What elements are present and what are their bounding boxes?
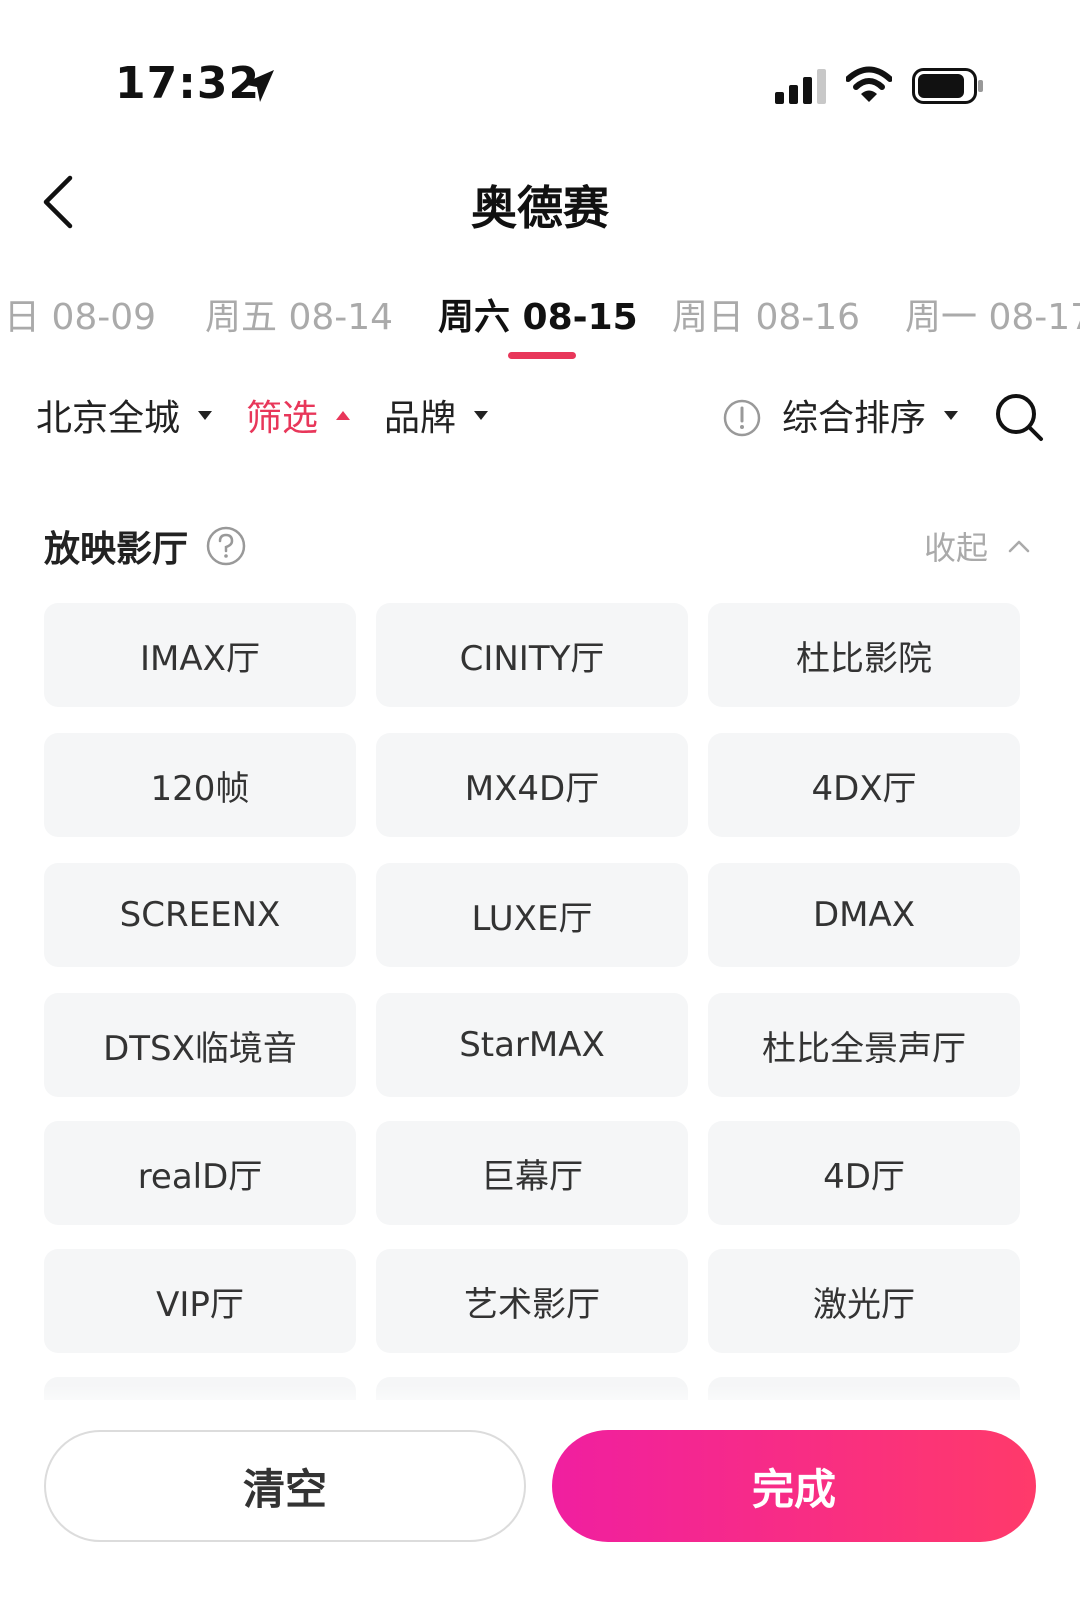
screen-filter[interactable]: 筛选 xyxy=(246,390,351,440)
sort-filter-label: 综合排序 xyxy=(782,398,927,439)
screen-filter-label: 筛选 xyxy=(246,398,319,439)
hall-option-giant-screen[interactable]: 巨幕厅 xyxy=(376,1121,688,1225)
info-icon[interactable] xyxy=(722,398,762,438)
hall-option-dolby-atmos[interactable]: 杜比全景声厅 xyxy=(708,993,1020,1097)
date-tab-0815[interactable]: 周六 08-15 xyxy=(438,288,638,340)
date-tab-0809[interactable]: 日 08-09 xyxy=(4,288,156,340)
page-title: 奥德赛 xyxy=(471,181,609,235)
battery-icon xyxy=(912,68,983,104)
hall-option-4dx[interactable]: 4DX厅 xyxy=(708,733,1020,837)
caret-up-icon xyxy=(336,410,351,420)
hall-option-cinity[interactable]: CINITY厅 xyxy=(376,603,688,707)
status-bar: 17:32 xyxy=(0,0,1080,150)
sort-filter[interactable]: 综合排序 xyxy=(782,390,959,440)
clear-button[interactable]: 清空 xyxy=(44,1430,526,1542)
caret-down-icon xyxy=(198,410,213,420)
hall-option-reald[interactable]: realD厅 xyxy=(44,1121,356,1225)
done-button[interactable]: 完成 xyxy=(552,1430,1036,1542)
wifi-icon xyxy=(846,66,892,102)
search-icon[interactable] xyxy=(994,392,1046,444)
collapse-label: 收起 xyxy=(924,529,989,567)
brand-filter[interactable]: 品牌 xyxy=(384,390,489,440)
cellular-signal-icon xyxy=(775,69,826,104)
filter-bar: 北京全城 筛选 品牌 综合排序 xyxy=(0,390,1080,450)
section-title: 放映影厅 xyxy=(44,529,189,570)
help-icon[interactable] xyxy=(205,525,247,567)
active-tab-indicator xyxy=(508,352,576,359)
hall-option-dtsx[interactable]: DTSX临境音 xyxy=(44,993,356,1097)
hall-option-dolby-cinema[interactable]: 杜比影院 xyxy=(708,603,1020,707)
date-tab-0816[interactable]: 周日 08-16 xyxy=(672,288,860,340)
location-arrow-icon xyxy=(242,70,274,102)
hall-option-120fps[interactable]: 120帧 xyxy=(44,733,356,837)
caret-down-icon xyxy=(474,410,489,420)
caret-down-icon xyxy=(944,410,959,420)
date-tab-0817[interactable]: 周一 08-17 xyxy=(905,288,1080,340)
city-filter-label: 北京全城 xyxy=(36,398,181,439)
collapse-button[interactable]: 收起 xyxy=(924,523,1030,569)
hall-option-vip[interactable]: VIP厅 xyxy=(44,1249,356,1353)
hall-option-dmax[interactable]: DMAX xyxy=(708,863,1020,967)
hall-option-starmax[interactable]: StarMAX xyxy=(376,993,688,1097)
hall-option-screenx[interactable]: SCREENX xyxy=(44,863,356,967)
hall-option-mx4d[interactable]: MX4D厅 xyxy=(376,733,688,837)
hall-option-laser[interactable]: 激光厅 xyxy=(708,1249,1020,1353)
date-tab-0814[interactable]: 周五 08-14 xyxy=(205,288,393,340)
chevron-up-icon xyxy=(1008,540,1030,553)
hall-option-4d[interactable]: 4D厅 xyxy=(708,1121,1020,1225)
hall-option-luxe[interactable]: LUXE厅 xyxy=(376,863,688,967)
date-tabs: 日 08-09 周五 08-14 周六 08-15 周日 08-16 周一 08… xyxy=(0,288,1080,358)
brand-filter-label: 品牌 xyxy=(384,398,457,439)
city-filter[interactable]: 北京全城 xyxy=(36,390,213,440)
hall-option-imax[interactable]: IMAX厅 xyxy=(44,603,356,707)
hall-option-art[interactable]: 艺术影厅 xyxy=(376,1249,688,1353)
